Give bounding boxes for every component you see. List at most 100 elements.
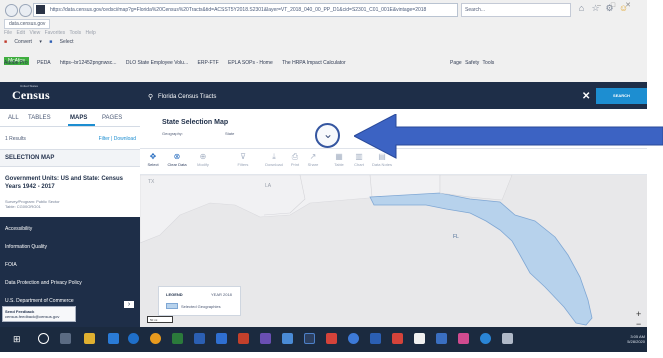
collapse-panel-chevron-icon[interactable]: › [124, 301, 134, 308]
app-icon[interactable] [304, 333, 315, 344]
results-panel: ALL TABLES MAPS PAGES 1 Results Filter |… [0, 109, 140, 327]
chart-button[interactable]: ▥ Chart [349, 152, 369, 168]
data-notes-button[interactable]: ▤ Data Notes [372, 152, 392, 168]
tool-label: Select [147, 162, 159, 167]
file-explorer-icon[interactable] [84, 333, 95, 344]
share-button[interactable]: ↗ Share [303, 152, 323, 168]
download-button[interactable]: ⤓ Download [264, 152, 284, 168]
map-label-fl: FL [453, 234, 459, 240]
active-tab-indicator [68, 124, 95, 126]
favorite-item[interactable]: PEDA [37, 60, 51, 66]
home-icon[interactable]: ⌂ [576, 3, 587, 14]
tab-tables[interactable]: TABLES [28, 115, 51, 121]
app-icon[interactable] [458, 333, 469, 344]
chevron-down-icon: ⌄ [323, 127, 334, 141]
print-icon: ⎙ [291, 152, 299, 161]
acrobat-icon[interactable] [326, 333, 337, 344]
filter-download-link[interactable]: Filter | Download [99, 136, 136, 142]
onenote-icon[interactable] [260, 333, 271, 344]
chrome-icon[interactable] [150, 333, 161, 344]
convert-button[interactable]: ■ Convert ▾ [4, 39, 42, 45]
modify-icon: ⊕ [199, 152, 207, 161]
favorite-item[interactable]: The HRPA Impact Calculator [282, 60, 346, 66]
footer-link-information-quality[interactable]: Information Quality [5, 244, 47, 250]
map-header: State Selection Map Geography: State ⌄ [140, 109, 647, 149]
app-icon[interactable] [414, 333, 425, 344]
tab-pages[interactable]: PAGES [102, 115, 122, 121]
search-input[interactable]: Florida Census Tracts [158, 94, 216, 100]
tool-label: Print [290, 162, 300, 167]
footer-link-foia[interactable]: FOIA [5, 262, 17, 268]
tool-label: Share [307, 162, 319, 167]
window-controls[interactable]: –□✕ [597, 1, 641, 9]
scale-bar: 50 mi [147, 316, 173, 323]
footer-link-accessibility[interactable]: Accessibility [5, 226, 32, 232]
tool-label: Filters [237, 162, 249, 167]
geography-value[interactable]: State [225, 131, 234, 136]
footer-link-commerce[interactable]: U.S. Department of Commerce [5, 298, 74, 304]
map-title: State Selection Map [162, 119, 229, 126]
tray-date: 5/28/2020 [627, 339, 645, 344]
chart-icon: ▥ [355, 152, 363, 161]
share-icon: ↗ [309, 152, 317, 161]
search-button[interactable]: SEARCH [596, 88, 647, 104]
app-icon[interactable] [392, 333, 403, 344]
task-view-icon[interactable] [60, 333, 71, 344]
excel-icon[interactable] [172, 333, 183, 344]
census-logo[interactable]: Census [12, 88, 50, 103]
address-bar[interactable]: https://data.census.gov/cedsci/map?g=Flo… [33, 3, 458, 17]
map-label-tx: TX [148, 179, 155, 185]
outlook-icon[interactable] [216, 333, 227, 344]
clear-icon: ⊗ [173, 152, 181, 161]
teams-icon[interactable] [282, 333, 293, 344]
tool-label: Data Notes [372, 162, 393, 167]
app-header: United States Census [0, 82, 647, 109]
favorite-item[interactable]: Adobe Pro [4, 60, 28, 66]
map-legend[interactable]: LEGEND YEAR 2018 Selected Geographies [158, 286, 241, 316]
feedback-email[interactable]: census.feedback@census.gov [5, 314, 73, 319]
app-icon[interactable] [370, 333, 381, 344]
favorite-item[interactable]: ERP-FTF [198, 60, 219, 66]
result-title[interactable]: Government Units: US and State: Census Y… [5, 175, 135, 191]
clear-data-button[interactable]: ⊗ Clear Data [167, 152, 187, 168]
edge-icon[interactable] [348, 333, 359, 344]
results-count: 1 Results [5, 136, 26, 142]
tool-label: Chart [354, 162, 364, 167]
tab-all[interactable]: ALL [8, 115, 19, 121]
table-button[interactable]: ▦ Table [329, 152, 349, 168]
legend-year[interactable]: YEAR 2018 [211, 292, 232, 297]
windows-start-icon[interactable]: ⊞ [13, 334, 21, 344]
modify-button[interactable]: ⊕ Modify [193, 152, 213, 168]
select-tool-button[interactable]: ✥ Select [143, 152, 163, 168]
app-icon[interactable] [502, 333, 513, 344]
mail-icon[interactable] [108, 333, 119, 344]
favorite-item[interactable]: EPLA SOPs - Home [228, 60, 273, 66]
menu-bar[interactable]: File Edit View Favorites Tools Help [4, 30, 96, 36]
tab-maps[interactable]: MAPS [70, 115, 87, 121]
footer-link-privacy[interactable]: Data Protection and Privacy Policy [5, 280, 82, 286]
print-button[interactable]: ⎙ Print [285, 152, 305, 168]
select-button[interactable]: ■ Select [49, 39, 79, 45]
powerpoint-icon[interactable] [238, 333, 249, 344]
filters-button[interactable]: ⊽ Filters [233, 152, 253, 168]
app-icon[interactable] [436, 333, 447, 344]
forward-button[interactable] [19, 4, 32, 17]
app-icon[interactable] [480, 333, 491, 344]
mcafee-toolbar: McAfee [4, 49, 29, 65]
command-bar[interactable]: Page Safety Tools [450, 60, 494, 66]
browser-tab[interactable]: data.census.gov [4, 19, 51, 29]
expand-chevron-button[interactable]: ⌄ [315, 123, 340, 148]
search-icon[interactable] [38, 333, 49, 344]
clear-search-icon[interactable]: ✕ [582, 91, 590, 102]
selection-map-header[interactable]: SELECTION MAP [0, 149, 140, 167]
feedback-box[interactable]: Send Feedback census.feedback@census.gov [2, 306, 76, 322]
back-button[interactable] [5, 4, 18, 17]
favorite-item[interactable]: https--br12452pngnwsc... [60, 60, 116, 66]
internet-explorer-icon[interactable] [128, 333, 139, 344]
result-table-id: Table: CG00ORG01 [5, 204, 41, 209]
browser-search-input[interactable]: Search... [461, 3, 571, 17]
favorite-item[interactable]: DLO State Employee Volu... [126, 60, 188, 66]
word-icon[interactable] [194, 333, 205, 344]
system-tray[interactable]: 3:05 AM 5/28/2020 [560, 334, 645, 344]
zoom-in-button[interactable]: + [636, 309, 641, 319]
